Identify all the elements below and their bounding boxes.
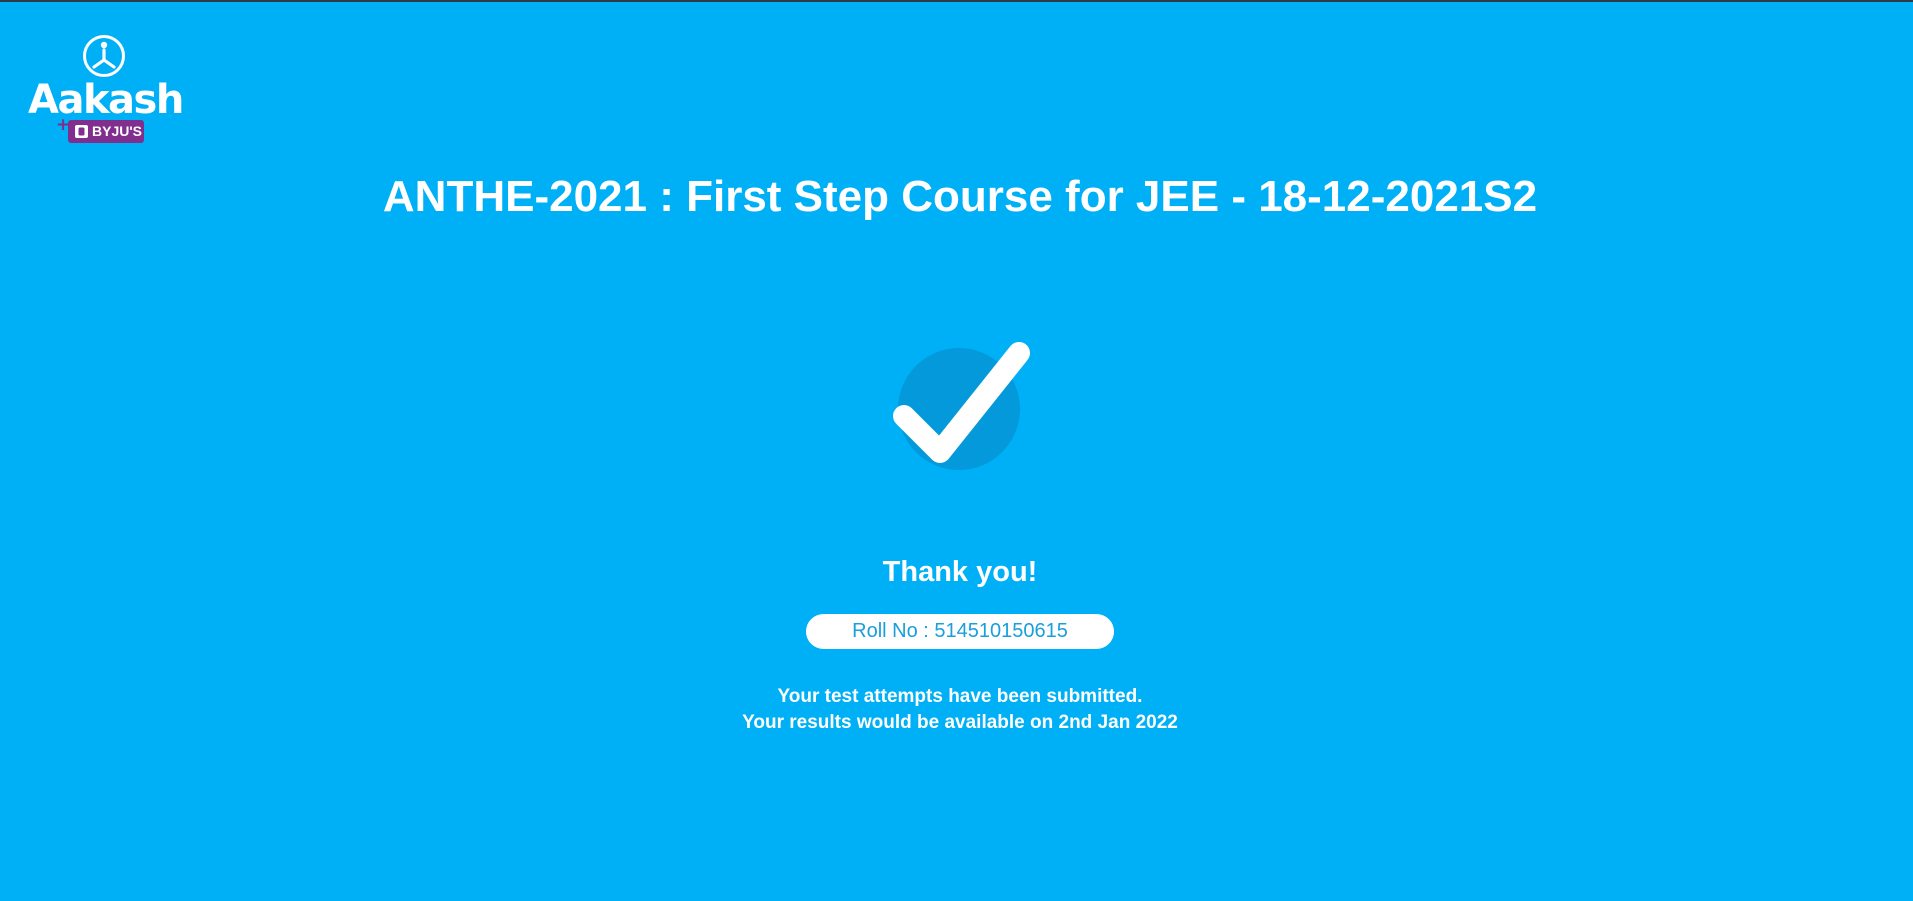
byjus-b-icon [75,125,88,138]
page-title: ANTHE-2021 : First Step Course for JEE -… [382,172,1538,221]
aakash-person-icon [83,35,125,77]
logo-wordmark: Aakash [28,77,184,123]
byjus-label: BYJU'S [92,123,143,139]
checkmark-icon [893,342,1030,470]
thank-you-heading: Thank you! [882,556,1038,588]
submission-message-line2: Your results would be available on 2nd J… [742,712,1178,733]
aakash-byjus-logo: Aakash + BYJU'S [28,32,188,147]
byjus-badge: BYJU'S [68,120,144,143]
roll-number-badge: Roll No : 514510150615 [806,614,1114,649]
submission-message-line1: Your test attempts have been submitted. [777,686,1143,707]
submission-message: Your test attempts have been submitted. … [0,684,1913,736]
submission-success-graphic [884,342,1034,477]
